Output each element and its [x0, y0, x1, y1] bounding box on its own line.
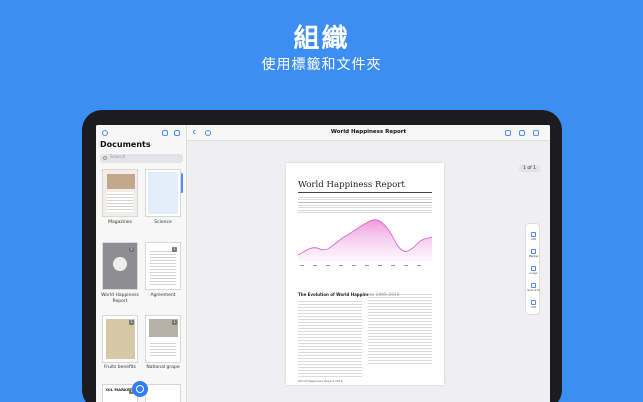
search-placeholder: Search: [110, 155, 126, 160]
pen-icon: [531, 249, 536, 254]
documents-sidebar: Documents Search Magazines Science 1 Wor…: [96, 125, 187, 402]
hero-subtitle: 使用標籤和文件夾: [261, 57, 382, 73]
intro-paragraph: [298, 195, 432, 215]
thumbnail-label: World Happiness Report: [101, 293, 139, 304]
tool-label: Markup: [528, 255, 539, 258]
tool-label: e-sign: [529, 272, 538, 275]
tool-add-text[interactable]: Add: [526, 230, 541, 244]
scan-icon: [531, 283, 536, 288]
document-thumbnail-agreement[interactable]: 1: [145, 242, 181, 290]
camera-icon: [136, 385, 144, 393]
document-thumbnail-national-grape[interactable]: 1: [145, 315, 181, 363]
tag-badge: 1: [172, 320, 177, 325]
more-icon[interactable]: [533, 130, 539, 136]
tool-esign[interactable]: e-sign: [526, 264, 541, 278]
thumbnail-label: Fruits benefits: [104, 365, 136, 370]
app-screen: Documents Search Magazines Science 1 Wor…: [96, 125, 550, 402]
compose-icon[interactable]: [174, 130, 180, 136]
page-plus-icon: [531, 300, 536, 305]
tool-label: Add: [530, 238, 537, 241]
text-icon: [531, 232, 536, 237]
tag-badge: 1: [129, 320, 134, 325]
hero-title: 組織: [293, 24, 350, 54]
document-thumbnail[interactable]: [145, 384, 181, 402]
document-thumbnail-magazines[interactable]: [102, 169, 138, 217]
tool-add-page[interactable]: Add: [526, 298, 541, 312]
signature-icon: [531, 266, 536, 271]
tool-label: Scan & Ill: [527, 289, 540, 292]
page-heading: World Happiness Report: [298, 180, 405, 190]
document-thumbnail-fruits[interactable]: 1: [102, 315, 138, 363]
thumbnail-label: National grape: [146, 365, 180, 370]
thumbnail-label: Agreement: [150, 293, 176, 298]
tag-badge: 1: [129, 247, 134, 252]
page-footer: World Happiness Report 2019: [298, 379, 343, 383]
heading-rule: [298, 192, 432, 193]
page-indicator: 1 of 1: [519, 165, 540, 172]
text-column-left: [298, 299, 362, 377]
page-chart-illustration: [298, 219, 432, 266]
settings-icon[interactable]: [102, 130, 108, 136]
document-thumbnail-world-happiness[interactable]: 1: [102, 242, 138, 290]
annotation-toolbar: Add Markup e-sign Scan & Ill Add: [525, 223, 540, 315]
document-thumbnail-science[interactable]: [145, 169, 181, 217]
thumbnail-label: Magazines: [108, 220, 132, 225]
share-icon[interactable]: [505, 130, 511, 136]
text-column-right: [368, 292, 432, 364]
thumbnail-label: Science: [154, 220, 172, 225]
tool-label: Add: [530, 306, 537, 309]
refresh-icon[interactable]: [162, 130, 168, 136]
sidebar-toolbar: [96, 125, 186, 141]
sidebar-title: Documents: [100, 140, 151, 149]
scan-button[interactable]: [132, 381, 148, 397]
bookmark-icon[interactable]: [519, 130, 525, 136]
document-viewer: World Happiness Report 1 of 1 World Happ…: [187, 125, 550, 402]
tool-markup[interactable]: Markup: [526, 247, 541, 261]
document-title: World Happiness Report: [330, 129, 407, 135]
document-page: World Happiness Report The Evolution of …: [286, 163, 444, 385]
document-toolbar: World Happiness Report: [187, 125, 550, 141]
search-icon: [103, 156, 107, 160]
tag-badge: 1: [172, 247, 177, 252]
tool-scan[interactable]: Scan & Ill: [526, 281, 541, 295]
search-input[interactable]: Search: [100, 154, 183, 163]
